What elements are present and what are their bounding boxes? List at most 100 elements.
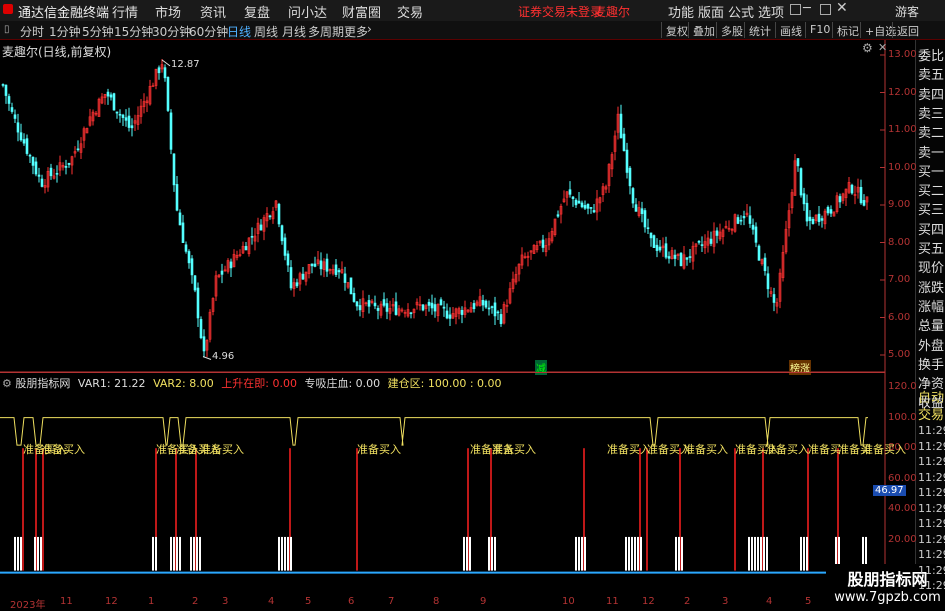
- close-icon[interactable]: ✕: [836, 0, 848, 16]
- quote-panel-item: 涨跌: [918, 280, 945, 296]
- tf-30min[interactable]: 30分钟: [152, 23, 191, 40]
- candle-body: [622, 133, 626, 152]
- time-item: 11:29: [918, 517, 945, 530]
- date-axis-label: 1: [148, 596, 155, 607]
- volume-column: [806, 536, 808, 571]
- tf-more[interactable]: 更多: [344, 23, 368, 40]
- candle-body: [673, 254, 677, 259]
- candle-body: [445, 310, 449, 319]
- candle-body: [496, 311, 500, 314]
- btn-stats[interactable]: 统计: [744, 22, 775, 38]
- date-axis: [0, 596, 885, 609]
- candle-body: [649, 232, 653, 239]
- candle-body: [385, 303, 389, 312]
- candle-body: [574, 199, 578, 206]
- tf-15min[interactable]: 15分钟: [114, 23, 153, 40]
- time-item: 11:29: [918, 439, 945, 453]
- menu-item-markets[interactable]: 市场: [155, 2, 181, 21]
- menu-item-options[interactable]: 选项: [758, 2, 784, 21]
- menu-item-trade[interactable]: 交易: [397, 2, 423, 21]
- candle-body: [571, 196, 575, 200]
- candle-body: [736, 217, 740, 224]
- candle-body: [421, 304, 425, 311]
- menu-item-review[interactable]: 复盘: [244, 2, 270, 21]
- tf-60min[interactable]: 60分钟: [189, 23, 228, 40]
- volume-column: [491, 536, 493, 571]
- chevron-right-icon[interactable]: ›: [367, 22, 372, 36]
- tf-daily[interactable]: 日线: [227, 23, 251, 40]
- price-label: 11.00: [888, 124, 917, 135]
- menu-item-market[interactable]: 行情: [112, 2, 138, 21]
- candle-body: [796, 158, 800, 167]
- minimize-icon[interactable]: ─: [803, 1, 811, 16]
- signal-label: 准备买入: [765, 443, 809, 456]
- candle-body: [439, 299, 443, 306]
- candle-body: [499, 314, 503, 325]
- trade-login-warning[interactable]: 证券交易未登录: [518, 3, 602, 20]
- candle-body: [193, 275, 197, 291]
- candle-body: [625, 149, 629, 173]
- price-label: 6.00: [888, 311, 911, 323]
- candle-body: [313, 263, 317, 267]
- quote-panel-item: 买四: [918, 222, 945, 238]
- volume-column: [628, 536, 630, 571]
- menu-item-wealth[interactable]: 财富圈: [342, 2, 381, 21]
- settings-gear-icon[interactable]: ⚙: [862, 41, 873, 55]
- candlestick-chart[interactable]: [0, 40, 945, 373]
- btn-mark[interactable]: 标记: [832, 22, 863, 38]
- maximize-icon[interactable]: [820, 4, 831, 15]
- tf-multi[interactable]: 多周期: [308, 23, 344, 40]
- btn-multi-stock[interactable]: 多股: [716, 22, 747, 38]
- volume-column: [14, 536, 16, 571]
- signal-label: 准备买: [808, 443, 841, 456]
- menu-item-formula[interactable]: 公式: [728, 2, 754, 21]
- candle-body: [199, 319, 203, 339]
- volume-column: [488, 536, 490, 571]
- btn-overlay[interactable]: 叠加: [688, 22, 719, 38]
- date-axis-label: 8: [433, 596, 440, 607]
- tf-intraday[interactable]: 分时: [20, 23, 44, 40]
- tf-5min[interactable]: 5分钟: [82, 23, 114, 40]
- candle-body: [382, 299, 386, 306]
- candle-body: [430, 302, 434, 309]
- guest-label[interactable]: 游客: [895, 3, 919, 20]
- price-label: 7.00: [888, 274, 911, 285]
- btn-draw[interactable]: 画线: [775, 22, 806, 38]
- candle-body: [169, 112, 173, 150]
- volume-column: [757, 536, 759, 571]
- candle-body: [448, 314, 452, 319]
- candle-body: [283, 237, 287, 256]
- candle-body: [295, 282, 299, 287]
- tf-1min[interactable]: 1分钟: [49, 23, 81, 40]
- candle-body: [19, 132, 23, 141]
- signal-label: 准备买入: [607, 443, 651, 456]
- btn-back[interactable]: 返回: [892, 22, 923, 38]
- candle-body: [742, 215, 746, 219]
- candle-body: [343, 273, 347, 283]
- volume-column: [287, 536, 289, 571]
- menu-item-ask[interactable]: 问小达: [288, 2, 327, 21]
- layout-icon[interactable]: [790, 4, 801, 15]
- menu-item-layout[interactable]: 版面: [698, 2, 724, 21]
- tf-monthly[interactable]: 月线: [282, 23, 306, 40]
- menu-item-news[interactable]: 资讯: [200, 2, 226, 21]
- candle-body: [22, 139, 26, 144]
- candle-body: [172, 153, 176, 186]
- chart-close-icon[interactable]: ✕: [878, 41, 887, 54]
- candle-body: [409, 312, 413, 315]
- chart-title: 麦趣尔(日线,前复权): [2, 45, 112, 59]
- candle-body: [40, 178, 44, 187]
- candle-body: [310, 263, 314, 267]
- candle-body: [568, 189, 572, 195]
- candle-body: [667, 256, 671, 259]
- candle-body: [280, 225, 284, 242]
- candle-body: [652, 235, 656, 248]
- candle-body: [754, 226, 758, 243]
- btn-f10[interactable]: F10: [805, 22, 834, 38]
- pin-icon[interactable]: ▯: [4, 24, 10, 35]
- candle-body: [220, 270, 224, 275]
- quote-panel-item: 现价: [918, 261, 945, 277]
- menu-item-function[interactable]: 功能: [668, 2, 694, 21]
- indicator-chart[interactable]: [0, 373, 945, 600]
- tf-weekly[interactable]: 周线: [254, 23, 278, 40]
